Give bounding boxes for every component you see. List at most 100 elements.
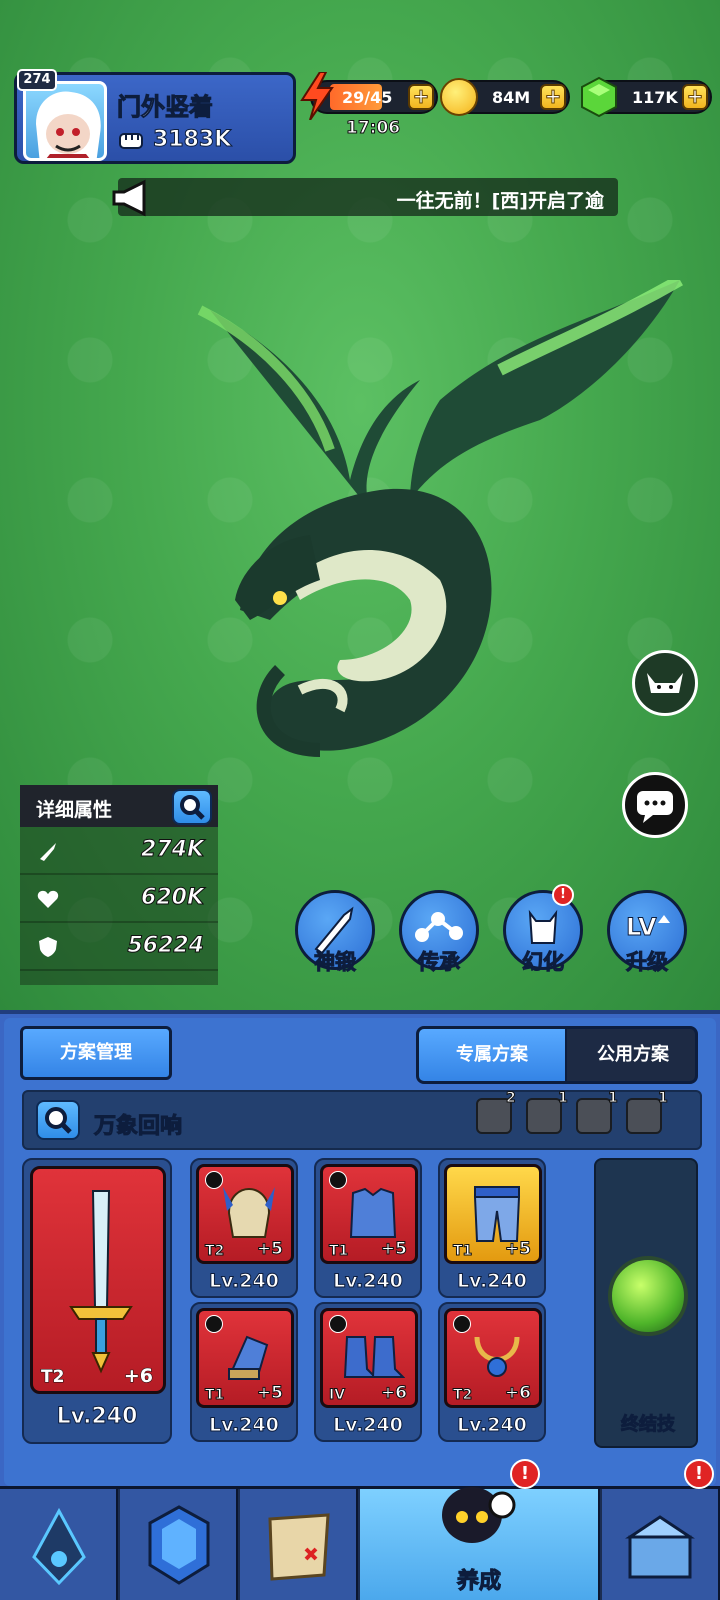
transform-label: 幻化 [522, 950, 565, 975]
tab-exclusive-scheme[interactable]: 专属方案 [419, 1029, 567, 1081]
stat-hp: 620K [20, 875, 218, 923]
chat-button[interactable] [622, 772, 688, 838]
hexagon-badge-icon [148, 1505, 210, 1585]
combat-power: 3183K [117, 127, 232, 153]
skill-slot-tornado[interactable] [526, 1098, 562, 1134]
ultimate-skill-slot[interactable]: 终结技 [594, 1158, 698, 1448]
stat-attack: 274K [20, 827, 218, 875]
equipment-card: T2 +6 [444, 1308, 542, 1408]
boots-icon [343, 1336, 405, 1378]
gold-coin-icon [440, 78, 478, 116]
equipment-plus: +5 [504, 1239, 531, 1260]
dragon-illustration [197, 280, 683, 757]
detail-search-button[interactable] [172, 789, 212, 825]
equipment-plus: +5 [256, 1239, 283, 1260]
announcement-text: 一往无前！[西]开启了逾 [396, 190, 604, 212]
detail-stats-header: 详细属性 [20, 785, 218, 827]
inherit-label: 传承 [418, 950, 461, 975]
equipment-card: T1 +5 [444, 1164, 542, 1264]
equipment-slot-gloves[interactable]: T1 +5 Lv.240 [190, 1302, 298, 1442]
equipment-tier: T2 [452, 1387, 473, 1404]
stat-attack-value: 274K [141, 837, 205, 863]
equipment-tier: IV [328, 1387, 346, 1404]
divine-forge-label: 神锻 [314, 950, 357, 975]
equipment-slot-necklace[interactable]: T2 +6 Lv.240 [438, 1302, 546, 1442]
shop-alert-badge: ! [684, 1459, 714, 1489]
shield-icon [39, 937, 57, 957]
equipment-card: T1 +5 [320, 1164, 418, 1264]
equipment-level: Lv.240 [209, 1270, 280, 1293]
detail-stats-panel: 详细属性 274K 620K 56224 [20, 785, 218, 985]
nav-item-develop[interactable]: ! 养成 [360, 1459, 600, 1600]
avatar-portrait-icon [36, 91, 101, 158]
energy-plus-button[interactable]: + [408, 84, 434, 110]
pants-icon [473, 1186, 521, 1242]
skill-slot-tornado-count: 1 [558, 1090, 569, 1107]
equipment-plus: +6 [380, 1383, 407, 1404]
skill-slot-fire-count: 1 [658, 1090, 669, 1107]
equipment-slot-armor[interactable]: T1 +5 Lv.240 [314, 1158, 422, 1298]
divine-forge-button[interactable]: 神锻 [292, 890, 378, 990]
megaphone-icon [112, 179, 146, 217]
equipment-plus: +5 [256, 1383, 283, 1404]
nav-item-battle[interactable] [0, 1489, 118, 1600]
develop-alert-badge: ! [510, 1459, 540, 1489]
combat-power-value: 3183K [152, 127, 232, 153]
equipment-plus: +6 [504, 1383, 531, 1404]
set-search-button[interactable] [36, 1100, 80, 1140]
scheme-tabs: 专属方案 公用方案 [416, 1026, 698, 1084]
level-up-button[interactable]: LV 升级 [604, 890, 690, 990]
gold-value: 84M [492, 88, 531, 107]
stat-hp-value: 620K [141, 885, 205, 911]
equipment-plus: +5 [380, 1239, 407, 1260]
detail-stats-title: 详细属性 [36, 799, 113, 821]
equipment-tier: T1 [204, 1387, 225, 1404]
equipment-level: Lv.240 [457, 1414, 528, 1437]
ultimate-orb-icon [608, 1256, 688, 1336]
green-gem-icon [581, 76, 617, 118]
nav-item-rune[interactable] [120, 1489, 238, 1600]
nav-item-map[interactable] [240, 1489, 358, 1600]
transform-button[interactable]: ! 幻化 [500, 884, 586, 990]
main-weapon-tier: T2 [40, 1367, 65, 1388]
lightning-icon [300, 72, 334, 120]
gem-value: 117K [632, 88, 678, 107]
skin-swap-button[interactable] [632, 650, 698, 716]
treasure-map-icon [268, 1513, 330, 1581]
equipment-slot-helmet[interactable]: T2 +5 Lv.240 [190, 1158, 298, 1298]
scheme-manage-button[interactable]: 方案管理 [20, 1026, 172, 1080]
equipment-tier: T1 [452, 1243, 473, 1260]
armor-icon [349, 1187, 397, 1238]
equipment-slot-pants[interactable]: T1 +5 Lv.240 [438, 1158, 546, 1298]
stat-defense: 56224 [20, 923, 218, 971]
equipment-level: Lv.240 [333, 1414, 404, 1437]
equipment-slot-boots[interactable]: IV +6 Lv.240 [314, 1302, 422, 1442]
dark-crystal-icon [32, 1507, 86, 1586]
equipment-set-name: 万象回响 [93, 1114, 183, 1140]
fist-icon [119, 132, 143, 149]
energy-value: 29/45 [342, 88, 393, 107]
skill-slot-fire[interactable] [626, 1098, 662, 1134]
equipment-level: Lv.240 [209, 1414, 280, 1437]
gem-plus-button[interactable]: + [682, 84, 708, 110]
transform-alert-badge: ! [552, 884, 574, 906]
main-weapon-slot[interactable]: T2 +6 Lv.240 [22, 1158, 172, 1444]
ultimate-skill-label: 终结技 [621, 1414, 676, 1436]
helmet-icon [223, 1187, 275, 1238]
chest-icon [625, 1515, 695, 1579]
inherit-button[interactable]: 传承 [396, 890, 482, 990]
energy-timer: 17:06 [345, 118, 401, 139]
search-icon [180, 795, 205, 820]
equipment-card: T2 +5 [196, 1164, 294, 1264]
equipment-tier: T1 [328, 1243, 349, 1260]
player-card[interactable]: 274 门外竖着 3183K [14, 69, 296, 164]
main-weapon-plus: +6 [123, 1365, 153, 1388]
sword-icon [40, 843, 56, 861]
player-avatar[interactable] [23, 81, 107, 161]
tab-public-scheme[interactable]: 公用方案 [569, 1029, 695, 1081]
skill-slot-frost[interactable] [576, 1098, 612, 1134]
gold-plus-button[interactable]: + [540, 84, 566, 110]
skill-slot-frost-count: 1 [608, 1090, 619, 1107]
nav-item-shop[interactable]: ! [602, 1459, 720, 1600]
announcement-bar[interactable]: 一往无前！[西]开启了逾 [118, 178, 618, 216]
